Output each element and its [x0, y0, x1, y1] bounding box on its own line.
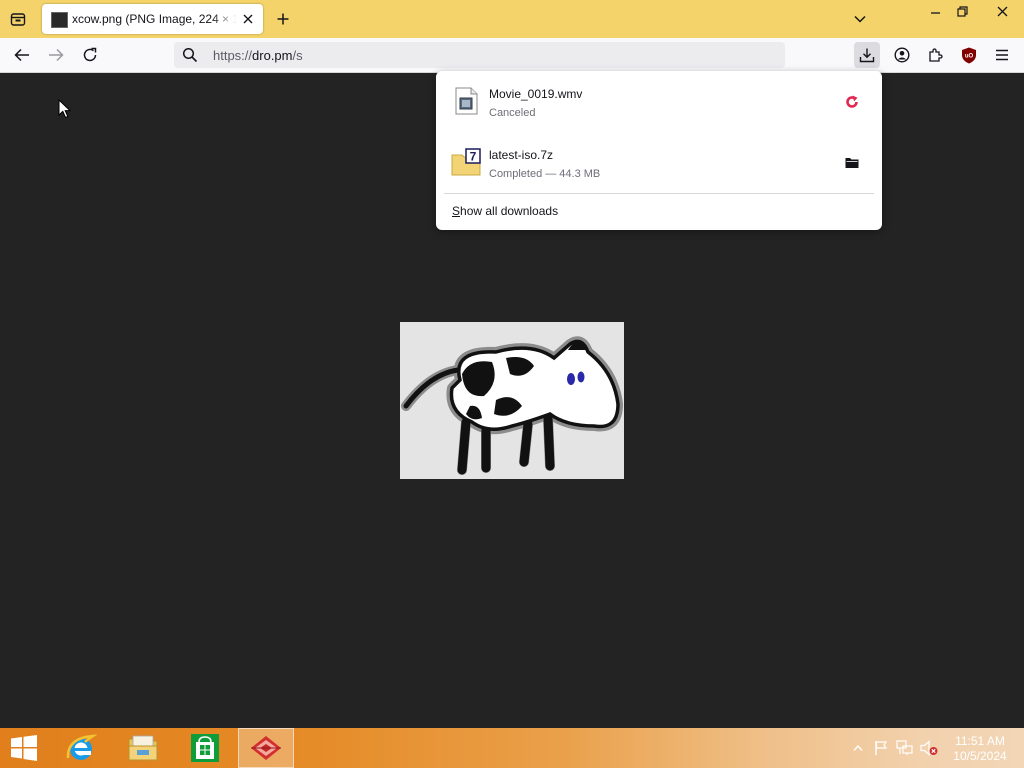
back-arrow-icon: [14, 48, 29, 62]
search-icon: [182, 47, 198, 63]
close-icon: [243, 14, 253, 24]
folder-icon: [845, 158, 859, 168]
download-item[interactable]: Movie_0019.wmv Canceled: [442, 75, 876, 129]
volume-button[interactable]: [920, 739, 938, 757]
tab-strip: xcow.png (PNG Image, 224 × 157 pixels): [0, 0, 1024, 38]
svg-text:uO: uO: [965, 53, 974, 59]
chevron-down-icon: [854, 15, 866, 23]
url-text[interactable]: https://dro.pm/s: [213, 48, 303, 63]
firefox-view-icon: [10, 13, 26, 26]
account-button[interactable]: [889, 42, 915, 68]
new-tab-button[interactable]: [271, 7, 295, 31]
firefox-taskbar-button[interactable]: [238, 728, 294, 768]
minimize-icon: [931, 12, 940, 14]
internet-explorer-icon: [66, 734, 97, 760]
clock-time: 11:51 AM: [955, 734, 1005, 748]
close-window-button[interactable]: [980, 0, 1024, 22]
show-in-folder-button[interactable]: [842, 153, 862, 173]
restore-icon: [956, 5, 968, 17]
windows-store-button[interactable]: [178, 728, 232, 768]
flag-icon: [875, 741, 888, 755]
taskbar: 11:51 AM 10/5/2024: [0, 728, 1024, 768]
forward-button[interactable]: [43, 42, 69, 68]
download-item[interactable]: 7 latest-iso.7z Completed — 44.3 MB: [442, 136, 876, 190]
file-explorer-button[interactable]: [116, 728, 170, 768]
video-file-icon: [450, 85, 482, 117]
hamburger-menu-icon: [996, 49, 1008, 61]
back-button[interactable]: [9, 42, 35, 68]
internet-explorer-button[interactable]: [54, 728, 108, 768]
clock-date: 10/5/2024: [953, 749, 1007, 763]
download-filename: latest-iso.7z: [489, 148, 554, 162]
start-button[interactable]: [0, 728, 48, 768]
panel-separator: [444, 193, 874, 194]
download-icon: [859, 48, 875, 63]
url-scheme: https://: [213, 48, 253, 63]
url-bar[interactable]: https://dro.pm/s: [174, 42, 785, 68]
close-icon: [997, 6, 1007, 16]
tab-favicon: [51, 12, 68, 28]
plus-icon: [277, 13, 289, 25]
extensions-button[interactable]: [923, 42, 949, 68]
navigation-toolbar: https://dro.pm/s uO: [0, 38, 1024, 73]
ublock-shield-icon: uO: [962, 47, 976, 63]
chevron-up-icon: [853, 744, 863, 751]
windows-store-icon: [191, 734, 219, 762]
firefox-view-button[interactable]: [6, 7, 30, 31]
cow-illustration: [400, 322, 624, 479]
7z-archive-icon: 7: [450, 146, 482, 178]
show-all-downloads-button[interactable]: Show all downloads: [452, 204, 558, 218]
tab-close-button[interactable]: [240, 11, 256, 27]
puzzle-piece-icon: [929, 48, 943, 62]
network-icon: [896, 740, 913, 755]
downloads-button[interactable]: [854, 42, 880, 68]
xcow-image: [400, 322, 624, 479]
active-tab[interactable]: xcow.png (PNG Image, 224 × 157 pixels): [42, 4, 263, 34]
list-all-tabs-button[interactable]: [848, 7, 872, 31]
forward-arrow-icon: [49, 48, 64, 62]
file-explorer-icon: [128, 735, 158, 761]
download-status: Completed — 44.3 MB: [489, 168, 601, 180]
tab-title: xcow.png (PNG Image, 224 × 157 pixels): [72, 12, 237, 26]
network-button[interactable]: [896, 739, 914, 757]
volume-muted-icon: [920, 740, 938, 756]
retry-download-button[interactable]: [842, 92, 862, 112]
restore-button[interactable]: [945, 0, 979, 22]
taskbar-clock[interactable]: 11:51 AM 10/5/2024: [947, 734, 1013, 764]
reload-button[interactable]: [77, 42, 103, 68]
firefox-icon: [251, 736, 281, 760]
download-filename: Movie_0019.wmv: [489, 87, 583, 101]
show-all-downloads-label: how all downloads: [460, 204, 559, 218]
mouse-cursor-icon: [58, 99, 72, 119]
app-menu-button[interactable]: [989, 42, 1015, 68]
account-icon: [894, 47, 910, 63]
windows-start-icon: [11, 735, 37, 761]
url-path: /s: [292, 48, 303, 63]
show-hidden-icons-button[interactable]: [849, 739, 867, 757]
downloads-panel: Movie_0019.wmv Canceled 7 latest-iso.7z …: [436, 71, 882, 230]
action-center-button[interactable]: [872, 739, 890, 757]
retry-icon: [846, 95, 858, 108]
url-host: dro.pm: [252, 48, 293, 63]
access-key: S: [452, 204, 461, 218]
download-status: Canceled: [489, 107, 536, 119]
svg-text:7: 7: [470, 150, 477, 164]
reload-icon: [83, 47, 97, 62]
ublock-origin-button[interactable]: uO: [956, 42, 982, 68]
